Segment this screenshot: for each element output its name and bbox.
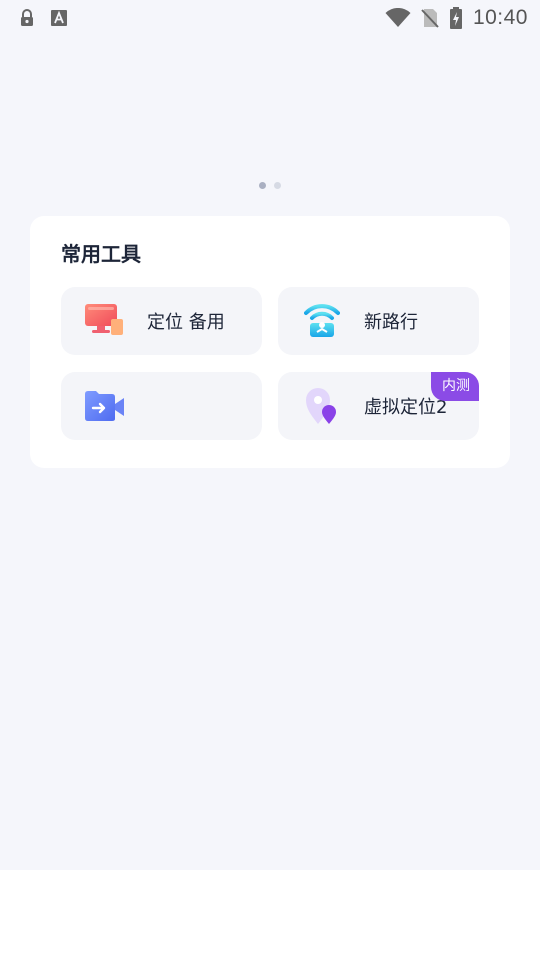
carousel-dot-active[interactable] [259,182,266,189]
tool-label: 定位 备用 [147,312,225,333]
card-title: 常用工具 [61,242,141,266]
carousel-indicator [0,182,540,189]
tool-location-backup[interactable]: 定位 备用 [61,287,262,355]
tools-card: 常用工具 定位 备用 新路行 虚拟定位2 内测 [30,216,510,468]
status-bar: 10:40 [0,0,540,36]
bottom-navigation-area [0,870,540,960]
carousel-dot[interactable] [274,182,281,189]
status-right: 10:40 [385,6,528,30]
status-time: 10:40 [472,6,528,29]
tool-new-route[interactable]: 新路行 [278,287,479,355]
lock-icon [18,9,36,27]
wifi-icon [385,8,411,27]
location-pin-icon [302,386,342,426]
wifi-router-icon [302,301,342,341]
tool-virtual-location-2[interactable]: 虚拟定位2 内测 [278,372,479,440]
video-folder-icon [85,386,125,426]
monitor-icon [85,301,125,341]
keyboard-a-icon [50,9,68,27]
beta-badge: 内测 [431,372,479,401]
tool-video-folder[interactable] [61,372,262,440]
status-left [18,9,68,27]
battery-charging-icon [449,7,463,29]
no-sim-icon [421,9,439,28]
tool-label: 新路行 [364,312,418,333]
